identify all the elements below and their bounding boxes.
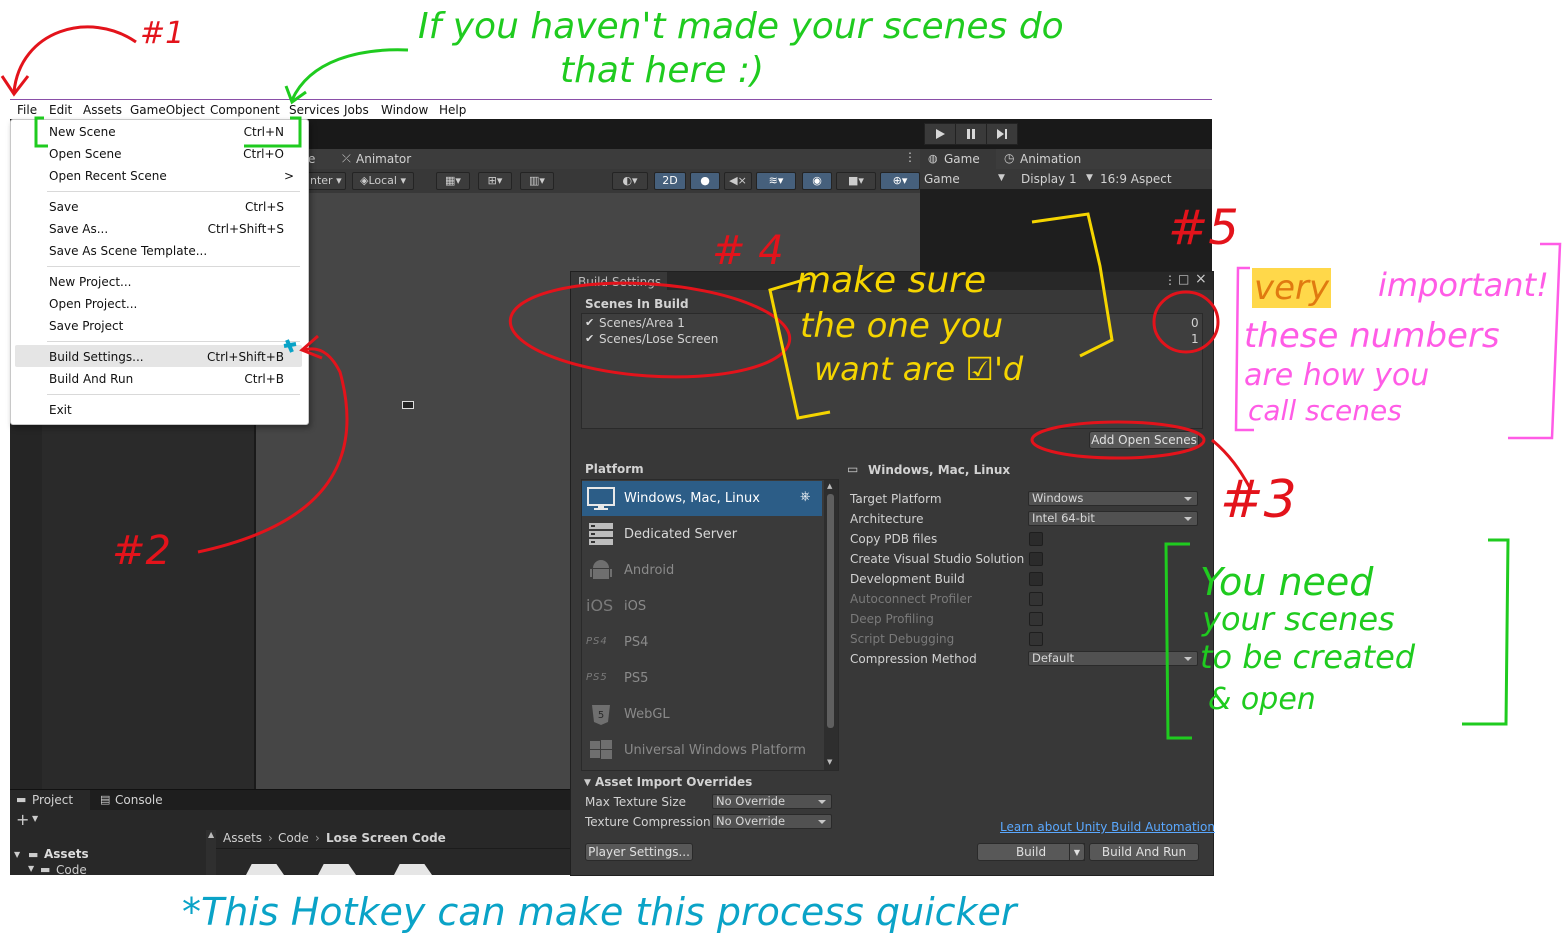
annotation-label-2: #2	[112, 528, 171, 574]
annotation-new-scene-box	[34, 116, 302, 148]
annotation-numbers-circle	[1152, 290, 1220, 354]
annotation-green-right-line2: your scenes	[1202, 600, 1395, 638]
annotation-label-1: #1	[140, 16, 185, 51]
annotation-label-5: #5	[1168, 200, 1239, 256]
annotation-layer	[0, 25, 1562, 740]
annotation-add-open-scenes-circle	[1030, 420, 1206, 460]
annotation-arrow-1	[12, 25, 137, 93]
annotation-green-right-line1: You need	[1200, 560, 1374, 604]
annotation-blue-mark	[283, 339, 297, 353]
annotation-green-arrow	[290, 48, 409, 101]
annotation-green-right-line3: to be created	[1200, 638, 1416, 676]
annotation-pink-line2: these numbers	[1244, 316, 1500, 356]
annotation-blue-bottom: *This Hotkey can make this process quick…	[182, 890, 1017, 934]
annotation-pink-line3: are how you	[1244, 358, 1430, 393]
annotation-arrowhead-2	[299, 334, 323, 360]
annotation-pink-line1: important!	[1378, 266, 1549, 304]
annotation-scenes-circle	[508, 281, 792, 379]
annotation-pink-line4: call scenes	[1248, 394, 1402, 427]
annotation-green-top-line2: that here :)	[560, 50, 765, 91]
annotation-pink-very: very	[1252, 268, 1332, 308]
annotation-yellow-line1: make sure	[796, 260, 987, 301]
annotation-yellow-line2: the one you	[800, 306, 1004, 346]
annotation-yellow-line3: want are ☑'d	[814, 350, 1024, 388]
annotation-green-top-line1: If you haven't made your scenes do	[418, 6, 1064, 47]
annotation-green-right-line4: & open	[1208, 682, 1316, 717]
annotation-label-3: #3	[1220, 470, 1297, 530]
annotation-label-4: # 4	[712, 228, 784, 274]
annotation-arrow-2	[197, 347, 349, 554]
